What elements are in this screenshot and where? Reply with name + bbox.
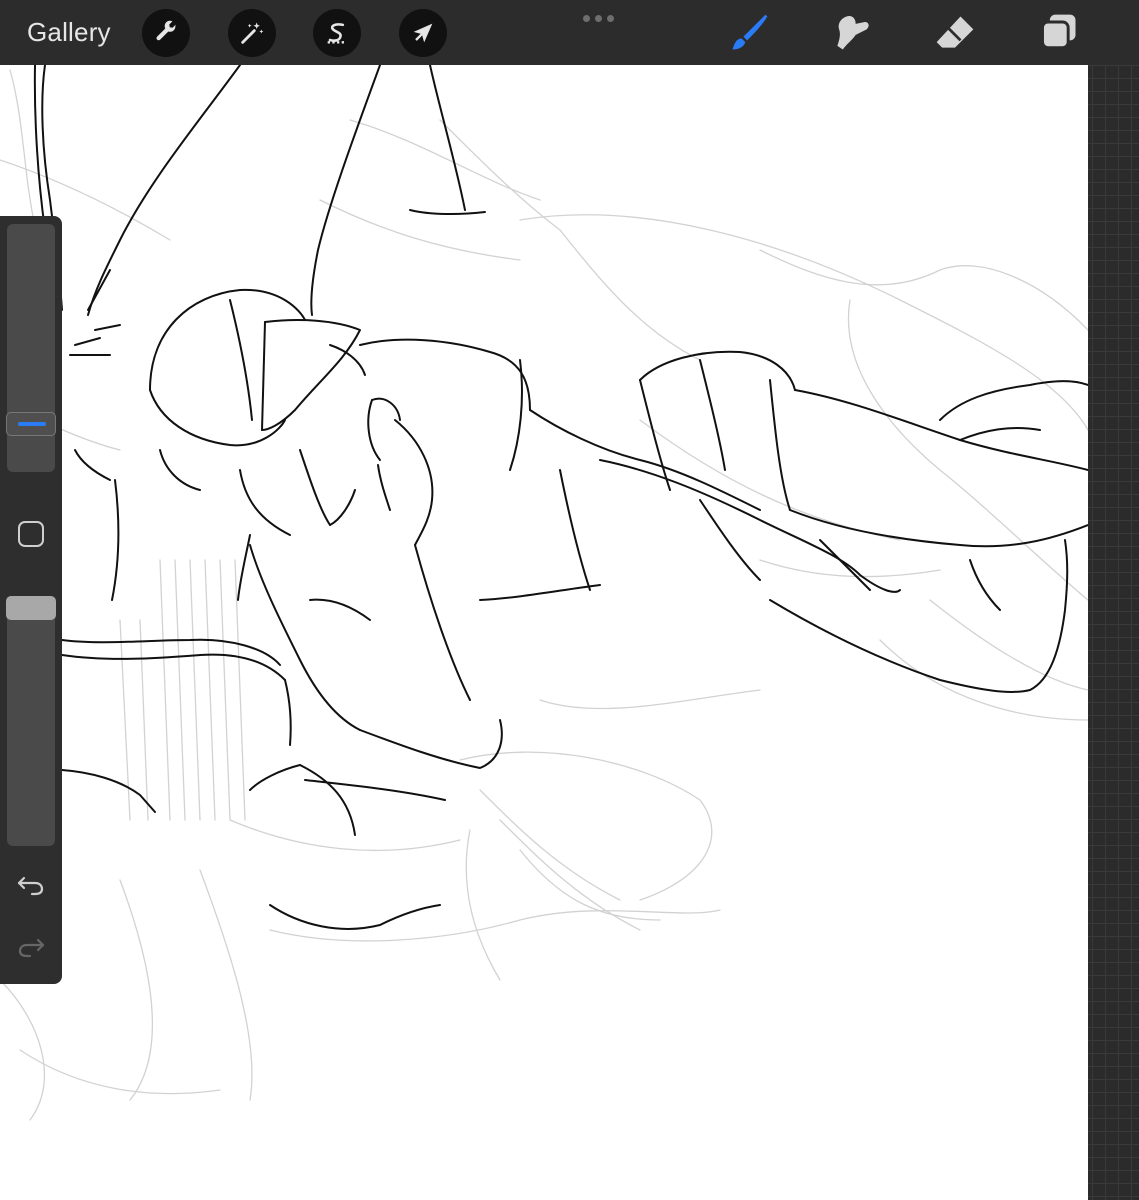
grabber-dot [583, 15, 590, 22]
opacity-handle[interactable] [6, 596, 56, 620]
sketch-artwork [0, 65, 1088, 1121]
grabber-dot [607, 15, 614, 22]
transform-button[interactable] [399, 9, 447, 57]
arrow-cursor-icon [413, 23, 433, 43]
eraser-icon [936, 16, 974, 48]
opacity-slider[interactable] [7, 596, 55, 846]
eraser-tool-button[interactable] [930, 8, 980, 58]
gallery-button[interactable]: Gallery [27, 17, 111, 48]
brush-tool-button[interactable] [724, 8, 774, 58]
procreate-app: Gallery [0, 0, 1139, 1200]
adjustments-button[interactable] [228, 9, 276, 57]
layers-button[interactable] [1034, 8, 1084, 58]
actions-button[interactable] [142, 9, 190, 57]
layers-icon [1041, 14, 1076, 50]
smudge-icon [837, 16, 869, 50]
wrench-icon [156, 20, 176, 41]
top-toolbar: Gallery [0, 0, 1139, 65]
toolbar-grabber[interactable] [583, 15, 617, 23]
magic-wand-icon [241, 22, 264, 44]
rough-sketch-layer [0, 69, 1088, 1121]
brush-size-indicator [18, 422, 46, 426]
smudge-tool-button[interactable] [827, 8, 877, 58]
brush-size-handle[interactable] [6, 412, 56, 436]
left-sidebar [0, 216, 62, 984]
square-icon[interactable] [17, 520, 45, 548]
redo-icon[interactable] [15, 930, 47, 962]
line-art-layer [33, 65, 1088, 930]
undo-icon[interactable] [15, 868, 47, 900]
grabber-dot [595, 15, 602, 22]
selection-s-icon [327, 23, 345, 44]
drawing-canvas[interactable] [0, 65, 1088, 1200]
selection-button[interactable] [313, 9, 361, 57]
brush-icon [732, 14, 768, 50]
